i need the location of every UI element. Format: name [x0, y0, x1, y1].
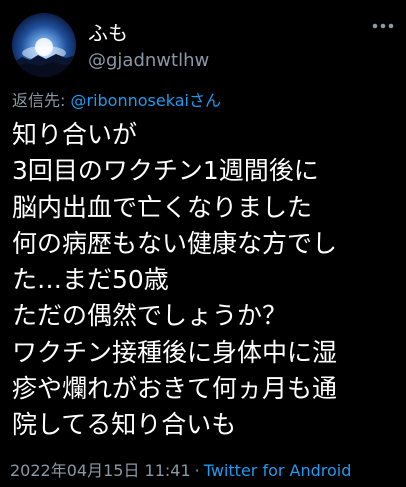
tweet-card: ふも @gjadnwtlhw 返信先: @ribonnosekaiさん 知り合い…: [0, 0, 406, 487]
timestamp[interactable]: 2022年04月15日 11:41: [10, 461, 191, 480]
meta-separator: ·: [194, 461, 200, 480]
tweet-text: 知り合いが 3回目のワクチン1週間後に 脳内出血で亡くなりました 何の病歴もない…: [12, 117, 402, 444]
tweet-meta: 2022年04月15日 11:41 · Twitter for Android: [10, 457, 351, 481]
display-name[interactable]: ふも: [88, 17, 128, 46]
avatar[interactable]: [12, 13, 76, 77]
tweet-text-line: 知り合いが: [12, 120, 138, 149]
source-link[interactable]: Twitter for Android: [204, 461, 352, 480]
tweet-text-line: 院してる知り合いも: [12, 410, 237, 440]
tweet-text-line: ワクチン接種後に身体中に湿: [12, 337, 338, 367]
tweet-text-line: 3回目のワクチン1週間後に: [12, 156, 319, 186]
tweet-text-line: ただの偶然でしょうか？: [12, 301, 288, 331]
reply-context: 返信先: @ribonnosekaiさん: [12, 87, 221, 111]
tweet-text-line: 疹や爛れがおきて何ヵ月も通: [12, 374, 338, 404]
tweet-text-line: た…まだ50歳: [12, 265, 169, 295]
sky-landscape-avatar-icon: [12, 38, 76, 77]
more-dots-icon[interactable]: [372, 22, 394, 30]
reply-to-link[interactable]: @ribonnosekaiさん: [70, 91, 220, 110]
tweet-text-line: 脳内出血で亡くなりました: [12, 192, 313, 222]
reply-prefix: 返信先:: [12, 91, 71, 110]
user-handle[interactable]: @gjadnwtlhw: [88, 50, 209, 71]
tweet-text-line: 何の病歴もない健康な方でし: [12, 228, 338, 258]
